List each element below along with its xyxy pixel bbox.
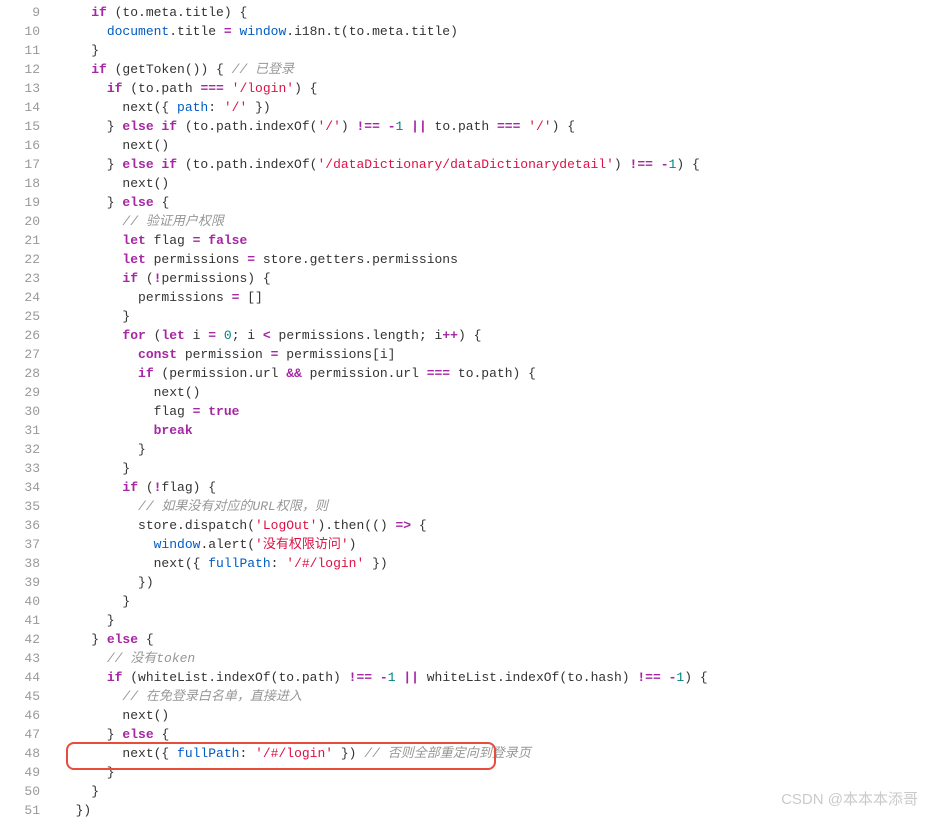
code-line: } [60,764,933,783]
line-number: 33 [0,460,40,479]
line-number: 9 [0,4,40,23]
code-line: } else if (to.path.indexOf('/') !== -1 |… [60,118,933,137]
code-line: } [60,42,933,61]
code-line: next() [60,384,933,403]
line-number: 17 [0,156,40,175]
line-number: 37 [0,536,40,555]
line-number: 14 [0,99,40,118]
code-content: if (to.meta.title) { document.title = wi… [60,4,933,821]
line-number: 28 [0,365,40,384]
line-number: 18 [0,175,40,194]
code-line: if (permission.url && permission.url ===… [60,365,933,384]
line-number: 50 [0,783,40,802]
code-line: if (to.path === '/login') { [60,80,933,99]
line-number: 25 [0,308,40,327]
code-line: for (let i = 0; i < permissions.length; … [60,327,933,346]
line-number-gutter: 9101112131415161718192021222324252627282… [0,4,60,821]
code-line: next({ fullPath: '/#/login' }) // 否则全部重定… [60,745,933,764]
code-line: document.title = window.i18n.t(to.meta.t… [60,23,933,42]
code-line: next({ path: '/' }) [60,99,933,118]
line-number: 26 [0,327,40,346]
code-line: next() [60,707,933,726]
line-number: 13 [0,80,40,99]
line-number: 12 [0,61,40,80]
line-number: 46 [0,707,40,726]
code-line: } [60,441,933,460]
code-line: // 如果没有对应的URL权限，则 [60,498,933,517]
line-number: 35 [0,498,40,517]
line-number: 45 [0,688,40,707]
code-line: const permission = permissions[i] [60,346,933,365]
code-line: flag = true [60,403,933,422]
line-number: 10 [0,23,40,42]
line-number: 23 [0,270,40,289]
code-line: } [60,593,933,612]
code-line: } else if (to.path.indexOf('/dataDiction… [60,156,933,175]
code-line: } else { [60,726,933,745]
code-line: next() [60,137,933,156]
code-line: }) [60,802,933,821]
code-line: } [60,460,933,479]
code-line: }) [60,574,933,593]
code-line: let permissions = store.getters.permissi… [60,251,933,270]
line-number: 40 [0,593,40,612]
line-number: 39 [0,574,40,593]
line-number: 42 [0,631,40,650]
code-line: // 没有token [60,650,933,669]
code-line: } [60,612,933,631]
code-line: break [60,422,933,441]
line-number: 20 [0,213,40,232]
line-number: 19 [0,194,40,213]
code-line: let flag = false [60,232,933,251]
code-line: // 验证用户权限 [60,213,933,232]
code-line: if (getToken()) { // 已登录 [60,61,933,80]
code-line: if (!permissions) { [60,270,933,289]
line-number: 48 [0,745,40,764]
line-number: 11 [0,42,40,61]
code-line: } [60,783,933,802]
code-line: permissions = [] [60,289,933,308]
code-line: // 在免登录白名单，直接进入 [60,688,933,707]
line-number: 49 [0,764,40,783]
line-number: 21 [0,232,40,251]
code-line: window.alert('没有权限访问') [60,536,933,555]
line-number: 36 [0,517,40,536]
line-number: 41 [0,612,40,631]
code-editor: 9101112131415161718192021222324252627282… [0,0,933,821]
code-line: } [60,308,933,327]
line-number: 43 [0,650,40,669]
code-line: } else { [60,631,933,650]
line-number: 27 [0,346,40,365]
code-line: if (whiteList.indexOf(to.path) !== -1 ||… [60,669,933,688]
line-number: 30 [0,403,40,422]
line-number: 32 [0,441,40,460]
line-number: 15 [0,118,40,137]
line-number: 51 [0,802,40,821]
line-number: 47 [0,726,40,745]
line-number: 38 [0,555,40,574]
line-number: 31 [0,422,40,441]
code-line: next() [60,175,933,194]
code-line: if (to.meta.title) { [60,4,933,23]
line-number: 29 [0,384,40,403]
line-number: 24 [0,289,40,308]
line-number: 44 [0,669,40,688]
code-line: if (!flag) { [60,479,933,498]
line-number: 34 [0,479,40,498]
line-number: 22 [0,251,40,270]
code-line: } else { [60,194,933,213]
code-line: next({ fullPath: '/#/login' }) [60,555,933,574]
code-line: store.dispatch('LogOut').then(() => { [60,517,933,536]
line-number: 16 [0,137,40,156]
